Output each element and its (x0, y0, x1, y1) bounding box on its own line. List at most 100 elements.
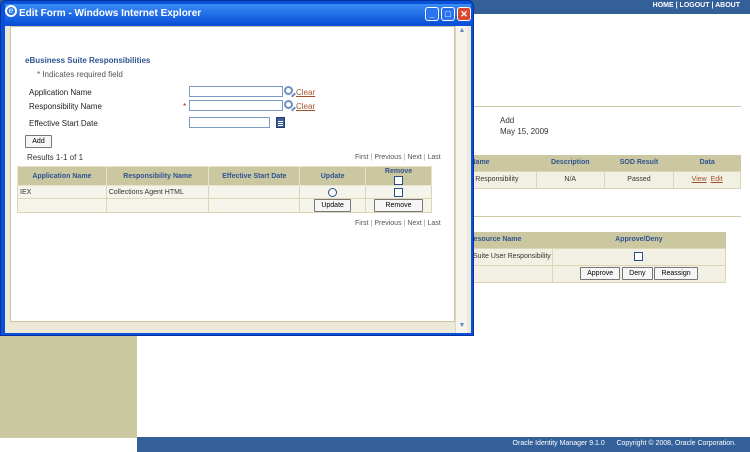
section-title: eBusiness Suite Responsibilities (25, 56, 151, 65)
pager-separator: | (403, 220, 406, 227)
remove-all-checkbox[interactable] (394, 176, 404, 185)
approve-button[interactable]: Approve (580, 267, 621, 280)
results-count: Results 1-1 of 1 (27, 153, 84, 162)
pager-first[interactable]: First (355, 154, 369, 161)
close-icon[interactable]: ✕ (457, 7, 471, 21)
approve-checkbox[interactable] (634, 252, 644, 261)
application-name-clear-link[interactable]: Clear (296, 88, 315, 97)
application-name-input[interactable] (189, 86, 283, 97)
scrollbar[interactable]: ▲ ▼ (455, 26, 467, 333)
pager-next[interactable]: Next (407, 154, 421, 161)
cell-approve-checkbox (551, 247, 727, 266)
top-nav-links: HOME | LOGOUT | ABOUT (653, 2, 740, 9)
col-responsibility-name: Responsibility Name (105, 165, 210, 187)
view-link[interactable]: View (692, 176, 707, 183)
scroll-up-icon[interactable]: ▲ (457, 26, 467, 36)
cell-update (299, 185, 367, 200)
results-table: Application Name Responsibility Name Eff… (17, 165, 432, 214)
cell-resource-name: Suite User Responsibility (466, 247, 553, 266)
responsibility-name-label: Responsibility Name (29, 102, 102, 111)
deny-button[interactable]: Deny (622, 267, 653, 280)
cell-remove-action: Remove (365, 198, 432, 214)
window-title: Edit Form - Windows Internet Explorer (19, 8, 202, 19)
table-header-row: Application Name Responsibility Name Eff… (17, 165, 432, 187)
effective-start-date-input[interactable] (189, 117, 270, 128)
pager-separator: | (403, 154, 406, 161)
edit-link[interactable]: Edit (711, 176, 723, 183)
cell-responsibility-name: Collections Agent HTML (105, 185, 210, 200)
table-actions-row: Update Remove (17, 198, 432, 214)
col-remove: Remove (365, 165, 432, 187)
remove-button[interactable]: Remove (374, 199, 423, 213)
cell-sod-result: Passed (603, 170, 675, 189)
window-title-bar[interactable]: Edit Form - Windows Internet Explorer (5, 4, 471, 24)
cell-data: View Edit (673, 170, 741, 189)
cell-application-name: IEX (17, 185, 107, 200)
add-button[interactable]: Add (25, 135, 52, 148)
nav-separator: | (675, 2, 678, 9)
required-mark: * (183, 102, 187, 111)
col-application-name: Application Name (17, 165, 107, 187)
cell-empty (466, 264, 553, 283)
col-approve-deny: Approve/Deny (552, 232, 726, 248)
ie-icon: e (5, 5, 17, 17)
search-icon[interactable] (284, 86, 293, 95)
pager-separator: | (423, 220, 426, 227)
cell-effective-start-date (208, 185, 301, 200)
col-name: Name (466, 155, 537, 171)
request-date: May 15, 2009 (500, 127, 549, 136)
application-name-label: Application Name (29, 88, 92, 97)
approval-table: Resource Name Approve/Deny Suite User Re… (466, 232, 727, 283)
table-row: IEX Collections Agent HTML (17, 185, 432, 200)
remove-checkbox[interactable] (394, 187, 404, 197)
cell-update-action: Update (299, 198, 367, 214)
table-row: Approve Deny Reassign (466, 264, 727, 283)
pager-next[interactable]: Next (407, 220, 421, 227)
col-update: Update (299, 165, 367, 187)
footer-copyright: Copyright © 2008, Oracle Corporation. (616, 440, 736, 447)
cell-empty (105, 198, 210, 214)
pager-top: First | Previous | Next | Last (355, 154, 441, 161)
home-link[interactable]: HOME (653, 2, 674, 9)
maximize-icon[interactable]: □ (441, 7, 455, 21)
responsibility-name-input[interactable] (189, 100, 283, 111)
col-effective-start-date: Effective Start Date (208, 165, 301, 187)
update-button[interactable]: Update (314, 199, 351, 213)
pager-first[interactable]: First (355, 220, 369, 227)
pager-previous[interactable]: Previous (374, 220, 401, 227)
cell-actions: Approve Deny Reassign (551, 264, 727, 283)
cell-description: N/A (535, 170, 605, 189)
table-row: Suite User Responsibility (466, 247, 727, 266)
required-note: * Indicates required field (37, 70, 123, 79)
minimize-icon[interactable]: _ (425, 7, 439, 21)
pager-last[interactable]: Last (427, 154, 440, 161)
responsibility-table: Name Description SOD Result Data r Respo… (466, 155, 741, 189)
col-description: Description (536, 155, 605, 171)
reassign-button[interactable]: Reassign (654, 267, 698, 280)
update-radio[interactable] (328, 187, 338, 197)
scroll-down-icon[interactable]: ▼ (457, 321, 467, 331)
pager-separator: | (423, 154, 426, 161)
edit-form-window: Edit Form - Windows Internet Explorer e … (0, 0, 474, 336)
pager-separator: | (370, 220, 373, 227)
pager-bottom: First | Previous | Next | Last (355, 220, 441, 227)
divider (474, 216, 741, 217)
cell-empty (17, 198, 107, 214)
cell-remove (365, 185, 432, 200)
responsibility-name-clear-link[interactable]: Clear (296, 102, 315, 111)
cell-empty (208, 198, 301, 214)
divider (474, 106, 741, 107)
about-link[interactable]: ABOUT (715, 2, 740, 9)
nav-separator: | (711, 2, 714, 9)
calendar-icon[interactable] (276, 117, 285, 128)
pager-previous[interactable]: Previous (374, 154, 401, 161)
effective-start-date-label: Effective Start Date (29, 119, 98, 128)
logout-link[interactable]: LOGOUT (680, 2, 710, 9)
remove-header-label: Remove (384, 168, 413, 175)
col-data: Data (673, 155, 741, 171)
pager-last[interactable]: Last (427, 220, 440, 227)
search-icon[interactable] (284, 100, 293, 109)
request-action: Add (500, 116, 515, 125)
table-row: r Responsibility N/A Passed View Edit (466, 170, 741, 189)
pager-separator: | (370, 154, 373, 161)
